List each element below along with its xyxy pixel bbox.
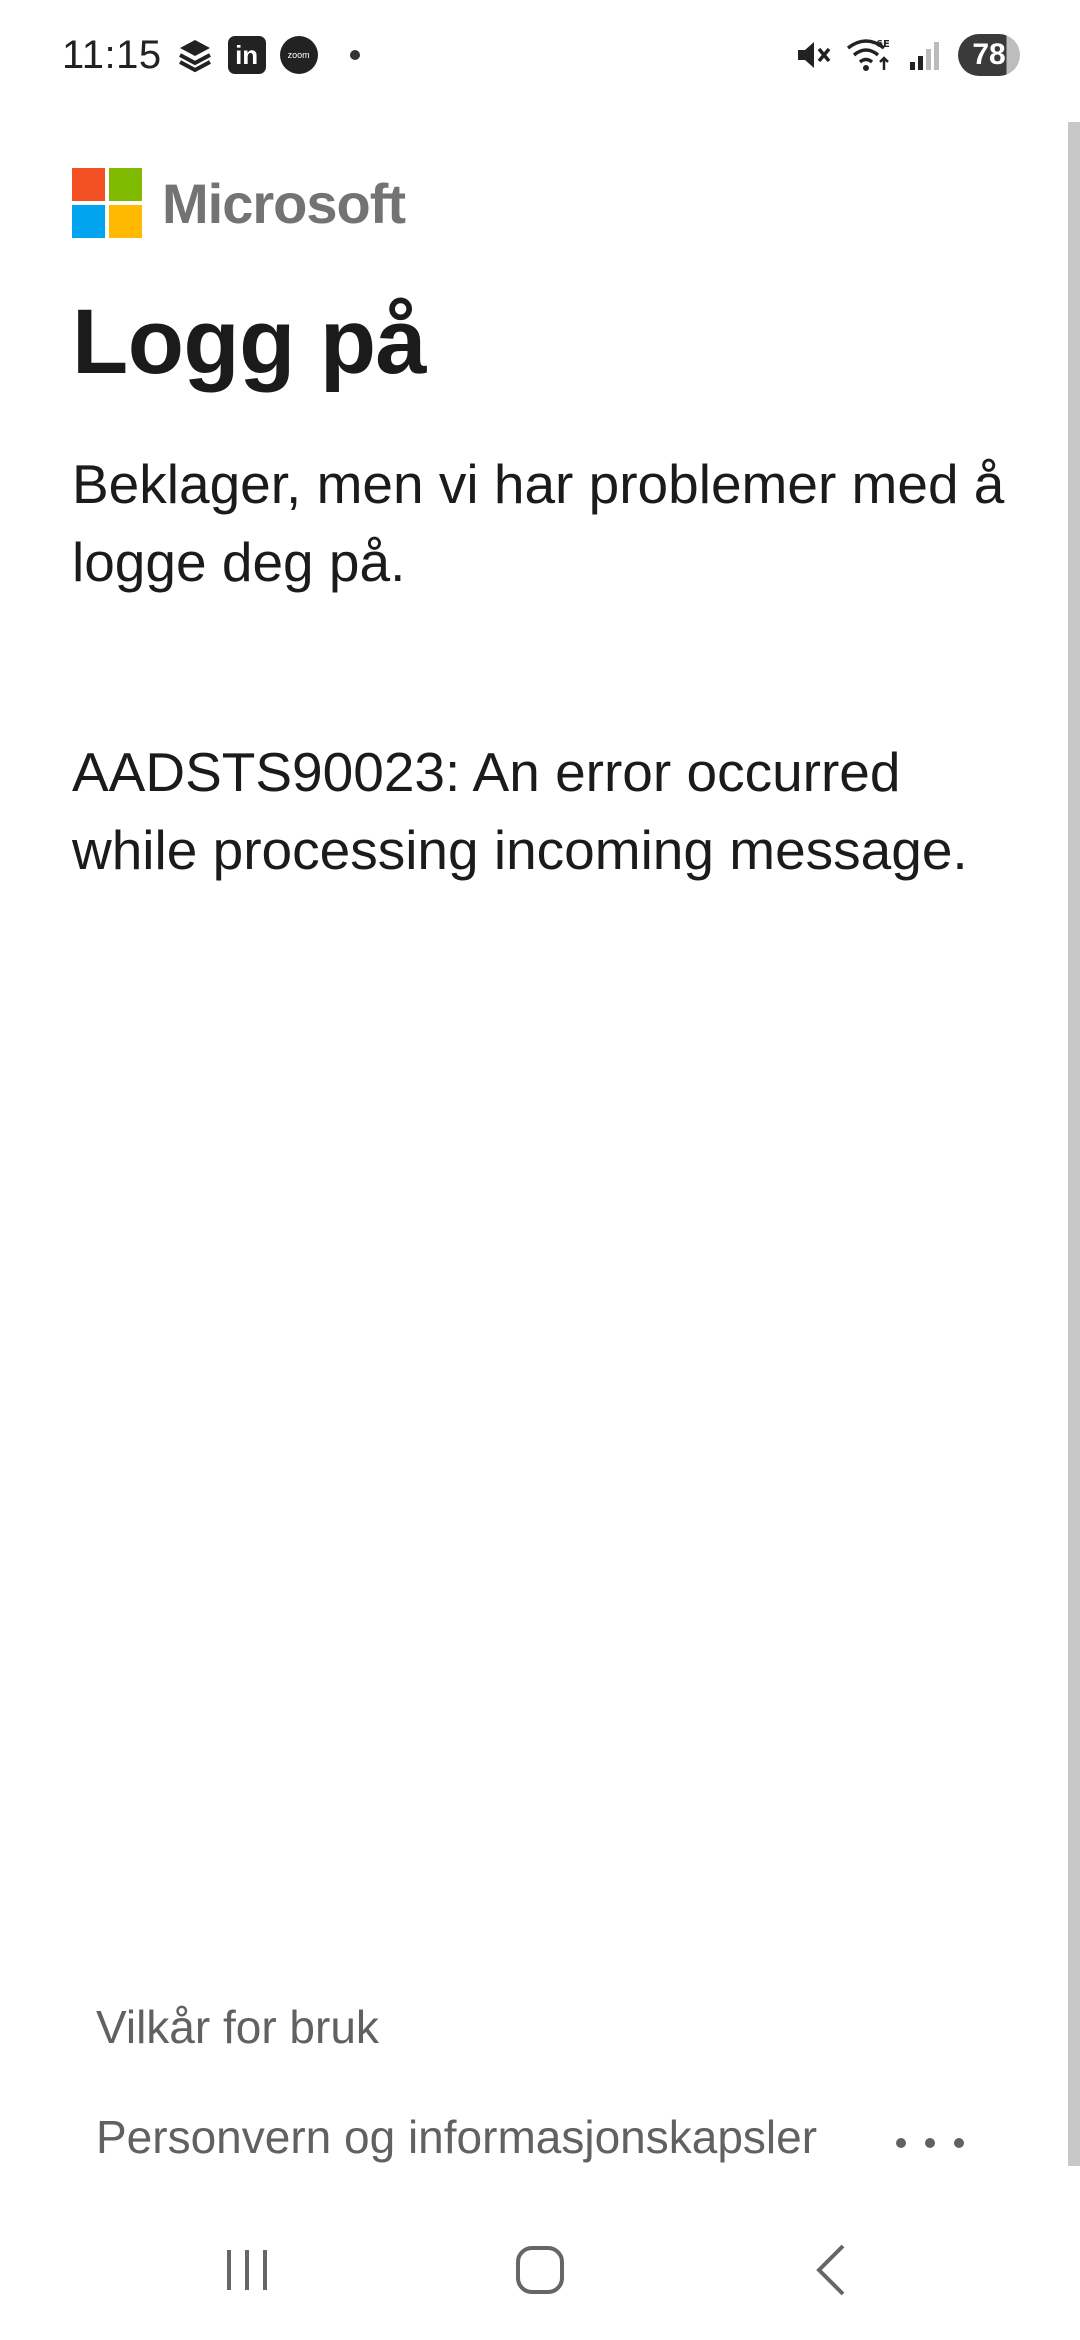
signal-icon (906, 36, 944, 74)
terms-of-use-link[interactable]: Vilkår for bruk (96, 2000, 379, 2054)
home-icon[interactable] (480, 2210, 600, 2330)
battery-indicator: 78 (958, 34, 1020, 76)
svg-text:6E: 6E (876, 39, 890, 50)
scrollbar[interactable] (1068, 122, 1080, 2166)
recents-icon[interactable] (187, 2210, 307, 2330)
zoom-icon: zoom (279, 36, 318, 74)
stack-icon (176, 36, 214, 74)
linkedin-icon: in (227, 36, 266, 74)
status-left: 11:15 in zoom (62, 33, 360, 78)
error-code-text: AADSTS90023: An error occurred while pro… (72, 741, 968, 881)
mute-icon (794, 36, 832, 74)
status-time: 11:15 (62, 32, 162, 77)
more-notifications-dot (349, 50, 360, 60)
wifi-6e-icon: 6E (846, 36, 892, 74)
ellipsis-icon[interactable] (880, 2118, 980, 2168)
navigation-bar (0, 2200, 1080, 2340)
back-icon[interactable] (773, 2210, 893, 2330)
microsoft-logo-icon (72, 168, 142, 238)
brand-name: Microsoft (162, 171, 406, 235)
status-bar: 11:15 in zoom 6E 78 (0, 0, 1080, 110)
privacy-and-cookies-link[interactable]: Personvern og informasjonskapsler (96, 2110, 817, 2164)
microsoft-brand: Microsoft (72, 168, 406, 238)
page-title: Logg på (72, 291, 427, 393)
status-right: 6E 78 (794, 34, 1020, 76)
error-message: Beklager, men vi har problemer med å log… (72, 453, 1005, 593)
screen: 11:15 in zoom 6E 78 Microsoft Logg på Be… (0, 0, 1080, 2340)
